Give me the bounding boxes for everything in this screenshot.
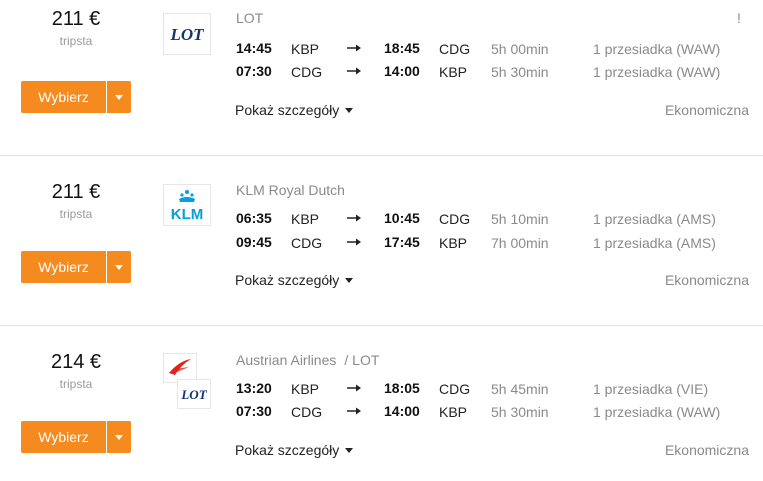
arrow-right-icon bbox=[347, 238, 361, 246]
stops: 1 przesiadka (VIE) bbox=[593, 381, 709, 397]
stops: 1 przesiadka (WAW) bbox=[593, 41, 721, 57]
departure-airport: CDG bbox=[291, 64, 323, 80]
duration: 5h 10min bbox=[491, 211, 549, 227]
caret-down-icon bbox=[345, 277, 354, 283]
flight-leg-return: 07:30 CDG 14:00 KBP 5h 30min 1 przesiadk… bbox=[236, 61, 746, 83]
departure-time: 09:45 bbox=[236, 234, 272, 250]
select-dropdown-toggle[interactable] bbox=[107, 81, 131, 113]
duration: 5h 45min bbox=[491, 381, 549, 397]
caret-down-icon bbox=[345, 107, 354, 113]
departure-airport: KBP bbox=[291, 381, 320, 397]
chevron-down-icon bbox=[115, 264, 123, 270]
show-details-link[interactable]: Pokaż szczegóły bbox=[235, 102, 354, 118]
flight-result: 211 € tripsta Wybierz KLM KLM Royal Dutc… bbox=[0, 155, 763, 325]
cabin-class: Ekonomiczna bbox=[664, 272, 749, 288]
arrival-airport: CDG bbox=[439, 211, 471, 227]
duration: 5h 30min bbox=[491, 404, 549, 420]
arrow-right-icon bbox=[347, 67, 361, 75]
price: 214 € bbox=[50, 351, 102, 373]
arrival-time: 14:00 bbox=[384, 403, 420, 419]
select-button[interactable]: Wybierz bbox=[21, 251, 106, 283]
arrow-right-icon bbox=[347, 44, 361, 52]
departure-airport: KBP bbox=[291, 211, 320, 227]
arrival-airport: CDG bbox=[439, 381, 471, 397]
lot-logo-icon: LOT bbox=[163, 13, 211, 55]
departure-time: 13:20 bbox=[236, 380, 272, 396]
airline-name: LOT bbox=[236, 10, 264, 26]
chevron-down-icon bbox=[115, 434, 123, 440]
cabin-class: Ekonomiczna bbox=[664, 102, 749, 118]
departure-airport: KBP bbox=[291, 41, 320, 57]
departure-time: 06:35 bbox=[236, 210, 272, 226]
arrival-airport: KBP bbox=[439, 235, 468, 251]
stops: 1 przesiadka (AMS) bbox=[593, 211, 716, 227]
price: 211 € bbox=[51, 8, 101, 30]
arrow-right-icon bbox=[347, 407, 361, 415]
departure-airport: CDG bbox=[291, 235, 323, 251]
svg-text:KLM: KLM bbox=[171, 206, 204, 223]
duration: 5h 30min bbox=[491, 64, 549, 80]
chevron-down-icon bbox=[115, 94, 123, 100]
caret-down-icon bbox=[345, 447, 354, 453]
flight-leg-outbound: 13:20 KBP 18:05 CDG 5h 45min 1 przesiadk… bbox=[236, 378, 746, 400]
flight-leg-outbound: 06:35 KBP 10:45 CDG 5h 10min 1 przesiadk… bbox=[236, 208, 746, 230]
departure-time: 07:30 bbox=[236, 403, 272, 419]
flight-leg-outbound: 14:45 KBP 18:45 CDG 5h 00min 1 przesiadk… bbox=[236, 38, 746, 60]
warning-icon[interactable]: ! bbox=[737, 10, 741, 26]
select-button-group: Wybierz bbox=[21, 81, 131, 113]
airline-name: Austrian Airlines / LOT bbox=[236, 352, 380, 368]
provider-name: tripsta bbox=[59, 34, 93, 48]
flight-leg-return: 09:45 CDG 17:45 KBP 7h 00min 1 przesiadk… bbox=[236, 232, 746, 254]
flight-result: 214 € tripsta Wybierz LOT Austrian Airli… bbox=[0, 325, 763, 481]
show-details-label: Pokaż szczegóły bbox=[235, 102, 340, 118]
flight-leg-return: 07:30 CDG 14:00 KBP 5h 30min 1 przesiadk… bbox=[236, 401, 746, 423]
flight-result: 211 € tripsta Wybierz LOT LOT ! 14:45 KB… bbox=[0, 0, 763, 170]
show-details-label: Pokaż szczegóły bbox=[235, 442, 340, 458]
arrow-right-icon bbox=[347, 214, 361, 222]
select-dropdown-toggle[interactable] bbox=[107, 251, 131, 283]
select-button[interactable]: Wybierz bbox=[21, 421, 106, 453]
lot-logo-icon: LOT bbox=[177, 379, 211, 409]
arrival-time: 10:45 bbox=[384, 210, 420, 226]
arrival-time: 18:05 bbox=[384, 380, 420, 396]
arrival-time: 18:45 bbox=[384, 40, 420, 56]
provider-name: tripsta bbox=[59, 207, 93, 221]
departure-time: 07:30 bbox=[236, 63, 272, 79]
arrow-right-icon bbox=[347, 384, 361, 392]
select-button-group: Wybierz bbox=[21, 251, 131, 283]
select-button[interactable]: Wybierz bbox=[21, 81, 106, 113]
show-details-link[interactable]: Pokaż szczegóły bbox=[235, 272, 354, 288]
arrival-airport: CDG bbox=[439, 41, 471, 57]
arrival-airport: KBP bbox=[439, 404, 468, 420]
provider-name: tripsta bbox=[59, 377, 93, 391]
airline-secondary: / LOT bbox=[344, 352, 380, 368]
airline-name: KLM Royal Dutch bbox=[236, 182, 345, 198]
price: 211 € bbox=[51, 181, 101, 203]
svg-text:LOT: LOT bbox=[169, 25, 204, 44]
arrival-time: 17:45 bbox=[384, 234, 420, 250]
stops: 1 przesiadka (AMS) bbox=[593, 235, 716, 251]
show-details-label: Pokaż szczegóły bbox=[235, 272, 340, 288]
stops: 1 przesiadka (WAW) bbox=[593, 404, 721, 420]
duration: 5h 00min bbox=[491, 41, 549, 57]
arrival-airport: KBP bbox=[439, 64, 468, 80]
stops: 1 przesiadka (WAW) bbox=[593, 64, 721, 80]
svg-text:LOT: LOT bbox=[180, 387, 207, 402]
duration: 7h 00min bbox=[491, 235, 549, 251]
departure-airport: CDG bbox=[291, 404, 323, 420]
show-details-link[interactable]: Pokaż szczegóły bbox=[235, 442, 354, 458]
select-dropdown-toggle[interactable] bbox=[107, 421, 131, 453]
cabin-class: Ekonomiczna bbox=[664, 442, 749, 458]
arrival-time: 14:00 bbox=[384, 63, 420, 79]
select-button-group: Wybierz bbox=[21, 421, 131, 453]
departure-time: 14:45 bbox=[236, 40, 272, 56]
klm-logo-icon: KLM bbox=[163, 184, 211, 226]
